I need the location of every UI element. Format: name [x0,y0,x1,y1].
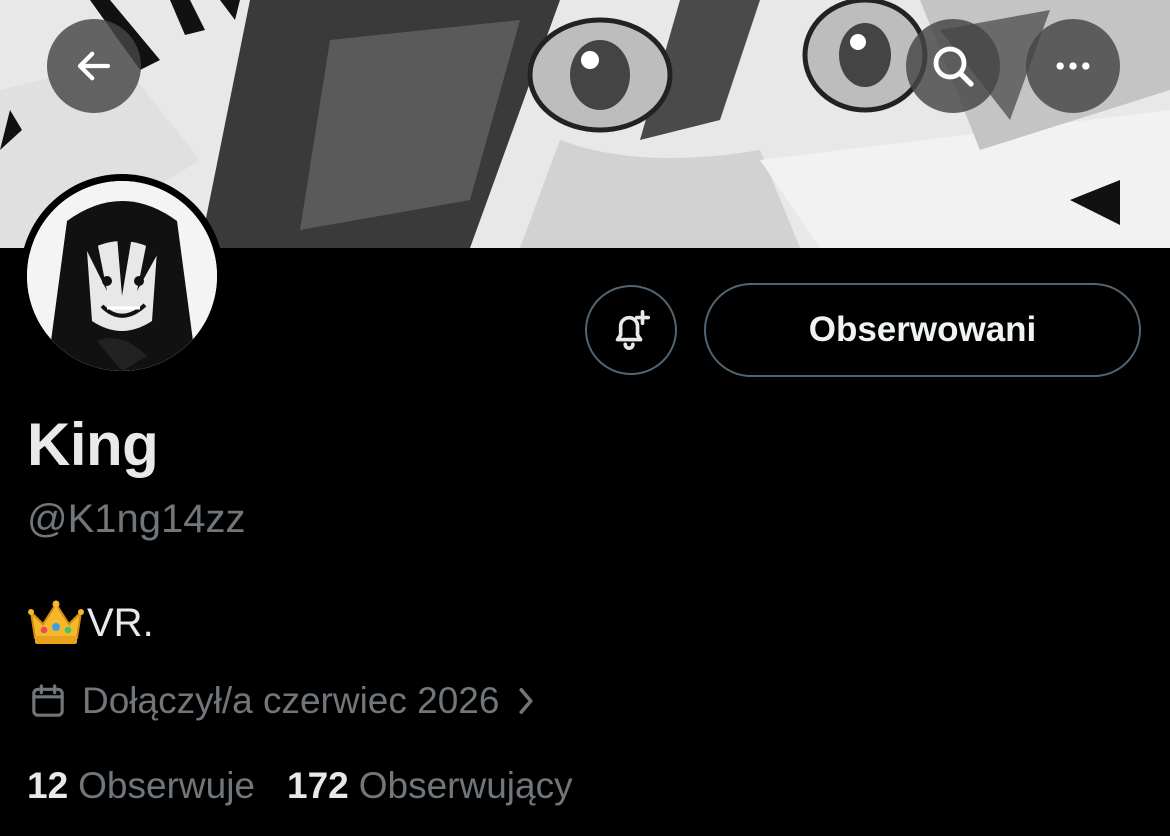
profile-handle: @K1ng14zz [27,497,246,541]
chevron-right-icon [515,685,537,717]
followers-count: 172 [287,765,349,806]
avatar[interactable] [20,174,224,378]
bell-plus-icon [615,309,651,350]
more-horizontal-icon [1056,62,1090,70]
following-link[interactable]: 12 Obserwuje [27,765,255,807]
crown-emoji [27,600,85,646]
more-button[interactable] [1026,19,1120,113]
joined-date-text: Dołączył/a czerwiec 2026 [82,680,500,721]
following-button[interactable]: Obserwowani [704,283,1141,377]
bio-text: VR. [87,600,154,645]
followers-label: Obserwujący [358,765,573,806]
follow-stats: 12 Obserwuje 172 Obserwujący [27,765,605,807]
profile-name: King [27,411,159,478]
joined-date-row[interactable]: Dołączył/a czerwiec 2026 [28,680,537,722]
search-icon [933,46,974,87]
following-count: 12 [27,765,69,806]
following-label: Obserwuje [78,765,256,806]
search-button[interactable] [906,19,1000,113]
back-button[interactable] [47,19,141,113]
arrow-left-icon [77,51,111,81]
avatar-image [27,181,217,371]
profile-bio: VR. [27,600,154,646]
calendar-icon [28,681,68,721]
followers-link[interactable]: 172 Obserwujący [287,765,573,807]
notifications-button[interactable] [585,285,677,375]
